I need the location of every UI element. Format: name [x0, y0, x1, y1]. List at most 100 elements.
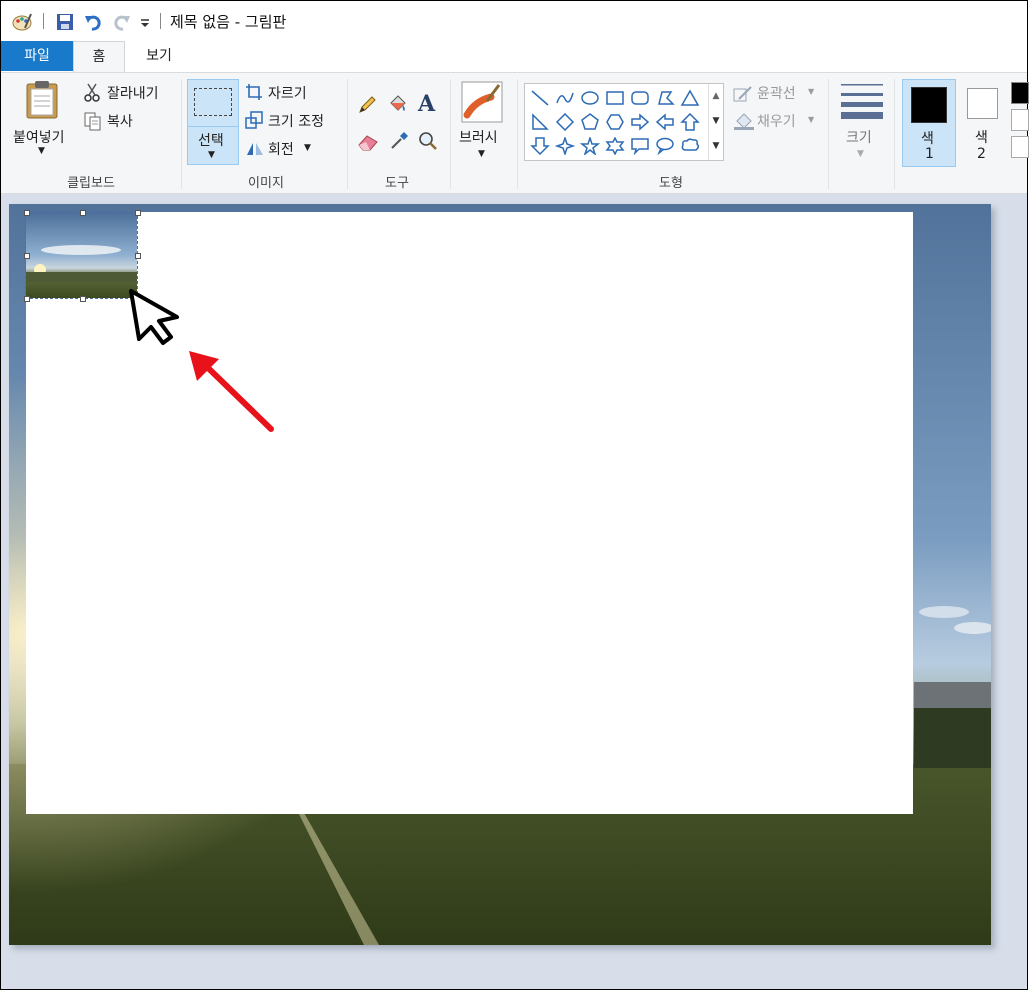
- window-title: 제목 없음 - 그림판: [170, 13, 287, 31]
- red-arrow-annotation-icon: [185, 347, 277, 439]
- customize-quick-access-icon[interactable]: [139, 12, 151, 32]
- six-point-star-shape-icon[interactable]: [602, 134, 627, 158]
- shapes-group-label: 도형: [659, 176, 683, 191]
- selection-handle[interactable]: [135, 210, 141, 216]
- up-arrow-shape-icon[interactable]: [677, 110, 702, 134]
- size-button[interactable]: 크기: [846, 127, 872, 147]
- select-label: 선택: [198, 133, 224, 149]
- ribbon: 붙여넣기 ▼ 잘라내기 복사 클립보드 선택 ▼ 자르기 크기 조정 회전 ▼ …: [1, 72, 1029, 194]
- palette-swatch-empty[interactable]: [1011, 136, 1029, 158]
- selection-handle[interactable]: [80, 296, 86, 302]
- expand-gallery-icon[interactable]: ▼: [709, 134, 723, 159]
- magnifier-icon[interactable]: [418, 131, 438, 155]
- rounded-rectangle-shape-icon[interactable]: [627, 86, 652, 110]
- group-separator: [347, 79, 348, 189]
- size-dropdown-icon[interactable]: ▼: [857, 149, 864, 159]
- right-triangle-shape-icon[interactable]: [527, 110, 552, 134]
- color1-swatch: [911, 87, 947, 123]
- undo-icon[interactable]: [84, 12, 104, 32]
- brushes-dropdown-icon[interactable]: ▼: [478, 149, 485, 159]
- copy-button[interactable]: 복사: [107, 111, 133, 131]
- select-dropdown-icon[interactable]: ▼: [208, 150, 215, 160]
- shapes-gallery[interactable]: ▲ ▼ ▼: [524, 83, 724, 161]
- selection-handle[interactable]: [135, 253, 141, 259]
- rotate-dropdown-icon[interactable]: ▼: [304, 143, 311, 153]
- select-icon: [194, 88, 232, 116]
- tab-view[interactable]: 보기: [127, 41, 191, 71]
- color-picker-icon[interactable]: [389, 131, 409, 155]
- group-separator: [181, 79, 182, 189]
- shapes-scrollbar[interactable]: ▲ ▼ ▼: [708, 84, 723, 160]
- rotate-icon[interactable]: [245, 139, 265, 161]
- title-bar: 제목 없음 - 그림판: [1, 1, 1027, 41]
- paste-button[interactable]: [23, 79, 61, 123]
- cloud-callout-shape-icon[interactable]: [677, 134, 702, 158]
- outline-icon[interactable]: [733, 85, 753, 107]
- line-shape-icon[interactable]: [527, 86, 552, 110]
- pentagon-shape-icon[interactable]: [577, 110, 602, 134]
- rectangle-shape-icon[interactable]: [602, 86, 627, 110]
- select-button[interactable]: 선택 ▼: [187, 79, 239, 165]
- fill-dropdown-icon[interactable]: ▼: [808, 115, 814, 124]
- paint-app-icon[interactable]: [11, 12, 33, 32]
- rect-callout-shape-icon[interactable]: [627, 134, 652, 158]
- resize-icon[interactable]: [245, 111, 263, 133]
- right-arrow-shape-icon[interactable]: [627, 110, 652, 134]
- outline-button[interactable]: 윤곽선: [757, 83, 796, 103]
- size-lines-icon[interactable]: [841, 83, 883, 123]
- polygon-shape-icon[interactable]: [652, 86, 677, 110]
- color1-button[interactable]: 색 1: [902, 79, 956, 167]
- mouse-cursor-icon: [127, 287, 187, 351]
- pencil-icon[interactable]: [357, 95, 377, 119]
- oval-shape-icon[interactable]: [577, 86, 602, 110]
- selection-handle[interactable]: [80, 210, 86, 216]
- group-separator: [517, 79, 518, 189]
- curve-shape-icon[interactable]: [552, 86, 577, 110]
- color2-swatch[interactable]: [967, 88, 998, 119]
- scroll-down-icon[interactable]: ▼: [709, 109, 723, 134]
- left-arrow-shape-icon[interactable]: [652, 110, 677, 134]
- down-arrow-shape-icon[interactable]: [527, 134, 552, 158]
- fill-button[interactable]: 채우기: [757, 111, 796, 131]
- fill-bucket-icon[interactable]: [387, 93, 409, 119]
- four-point-star-shape-icon[interactable]: [552, 134, 577, 158]
- tools-group-label: 도구: [385, 176, 409, 191]
- selection-handle[interactable]: [24, 253, 30, 259]
- oval-callout-shape-icon[interactable]: [652, 134, 677, 158]
- image-group-label: 이미지: [248, 176, 284, 191]
- crop-icon[interactable]: [245, 83, 263, 105]
- selected-image-thumbnail[interactable]: [25, 211, 138, 299]
- group-separator: [894, 79, 895, 189]
- brushes-icon[interactable]: [461, 81, 503, 127]
- hexagon-shape-icon[interactable]: [602, 110, 627, 134]
- divider: [188, 126, 238, 127]
- group-separator: [828, 79, 829, 189]
- scroll-up-icon[interactable]: ▲: [709, 84, 723, 109]
- diamond-shape-icon[interactable]: [552, 110, 577, 134]
- color2-label[interactable]: 색: [975, 127, 988, 147]
- eraser-icon[interactable]: [357, 131, 379, 155]
- separator: [43, 13, 44, 29]
- crop-button[interactable]: 자르기: [268, 83, 307, 103]
- save-icon[interactable]: [55, 12, 75, 32]
- paste-label[interactable]: 붙여넣기: [13, 127, 65, 147]
- fill-icon[interactable]: [733, 111, 755, 135]
- cut-icon[interactable]: [83, 83, 101, 107]
- five-point-star-shape-icon[interactable]: [577, 134, 602, 158]
- copy-icon[interactable]: [83, 111, 103, 135]
- cut-button[interactable]: 잘라내기: [107, 83, 159, 103]
- paste-dropdown-icon[interactable]: ▼: [38, 146, 45, 156]
- triangle-shape-icon[interactable]: [677, 86, 702, 110]
- selection-handle[interactable]: [24, 210, 30, 216]
- brushes-button[interactable]: 브러시: [459, 127, 498, 147]
- text-tool-icon[interactable]: A: [418, 91, 435, 117]
- palette-swatch-black[interactable]: [1011, 82, 1029, 104]
- palette-swatch-white[interactable]: [1011, 109, 1029, 131]
- rotate-button[interactable]: 회전: [268, 139, 294, 159]
- tab-home[interactable]: 홈: [73, 41, 125, 72]
- outline-dropdown-icon[interactable]: ▼: [808, 87, 814, 96]
- resize-button[interactable]: 크기 조정: [268, 111, 324, 131]
- redo-icon[interactable]: [111, 12, 131, 32]
- selection-handle[interactable]: [24, 296, 30, 302]
- tab-file[interactable]: 파일: [1, 41, 73, 71]
